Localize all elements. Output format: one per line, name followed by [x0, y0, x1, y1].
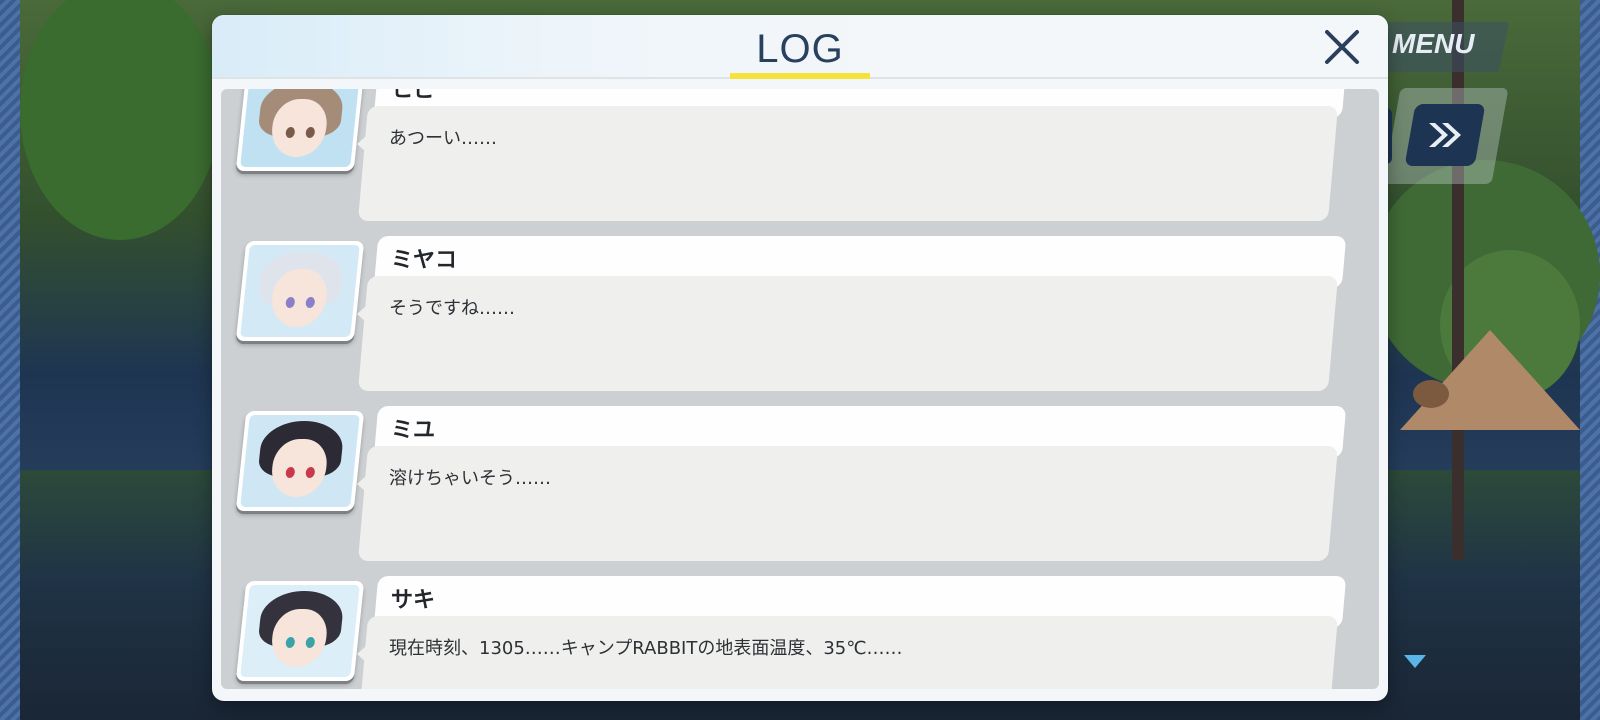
right-border-stripe	[1580, 0, 1600, 720]
log-entry: ヒビ あつーい……	[221, 89, 1379, 236]
dialogue-text: そうですね……	[389, 298, 515, 319]
tent-emblem	[1413, 380, 1449, 408]
log-title: LOG	[756, 27, 844, 71]
bubble-tail	[357, 470, 373, 498]
close-button[interactable]	[1322, 27, 1362, 67]
speaker-name: ミヤコ	[391, 248, 458, 273]
dialogue-text: あつーい……	[389, 128, 497, 149]
log-entry: ミヤコ そうですね……	[221, 236, 1379, 406]
character-portrait	[235, 411, 365, 511]
log-panel-header: LOG	[212, 15, 1388, 79]
log-scroll-content: ヒビ あつーい…… ミヤコ そうですね…… ミユ 溶けちゃいそう…… サキ 現在…	[221, 89, 1379, 689]
log-entry: サキ 現在時刻、1305……キャンプRABBITの地表面温度、35℃……	[221, 576, 1379, 689]
fast-forward-icon	[1429, 123, 1461, 147]
portrait-image	[240, 415, 360, 507]
left-border-stripe	[0, 0, 20, 720]
lamp-pole	[1452, 0, 1464, 560]
character-portrait	[235, 241, 365, 341]
tree-foliage	[20, 0, 220, 240]
character-portrait	[235, 581, 365, 681]
bubble-tail	[357, 640, 373, 668]
portrait-image	[240, 245, 360, 337]
title-underline	[730, 73, 870, 79]
log-entry: ミユ 溶けちゃいそう……	[221, 406, 1379, 576]
menu-button-label[interactable]: MENU	[1392, 28, 1474, 60]
bubble-tail	[357, 130, 373, 158]
speaker-name: ヒビ	[391, 89, 436, 103]
speaker-name: ミユ	[391, 418, 436, 443]
dialogue-bubble	[357, 106, 1339, 221]
log-list[interactable]: ヒビ あつーい…… ミヤコ そうですね…… ミユ 溶けちゃいそう…… サキ 現在…	[221, 89, 1379, 689]
speaker-name: サキ	[391, 588, 436, 613]
dialogue-text: 溶けちゃいそう……	[389, 468, 551, 489]
next-arrow-icon[interactable]	[1404, 655, 1426, 668]
bubble-tail	[357, 300, 373, 328]
close-icon	[1325, 30, 1359, 64]
character-portrait	[235, 89, 365, 171]
portrait-image	[240, 585, 360, 677]
portrait-image	[240, 89, 360, 167]
fast-forward-button[interactable]	[1404, 104, 1486, 166]
dialogue-text: 現在時刻、1305……キャンプRABBITの地表面温度、35℃……	[389, 638, 903, 659]
log-panel: LOG ヒビ あつーい…… ミヤコ そうですね…… ミユ 溶けちゃいそう…… サ…	[212, 15, 1388, 701]
